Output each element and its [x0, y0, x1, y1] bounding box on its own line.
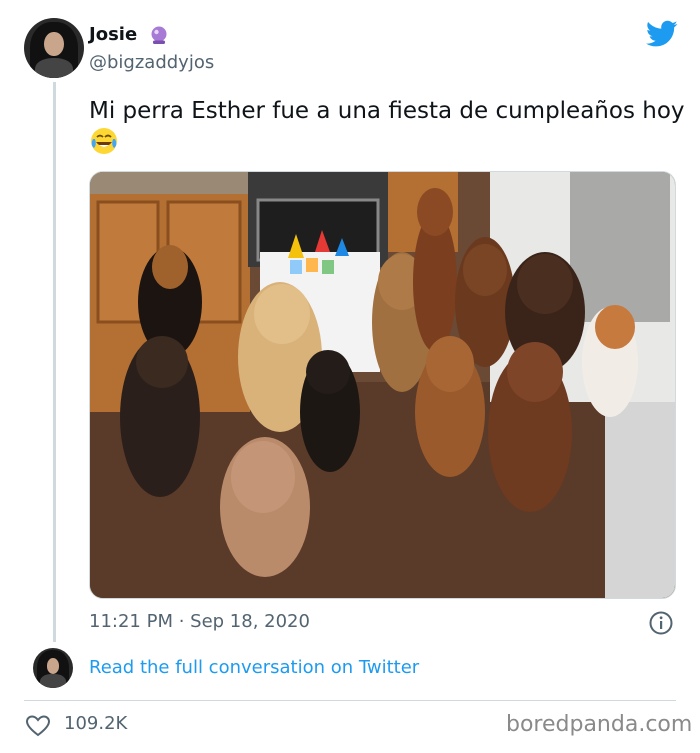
tweet-photo[interactable]	[89, 171, 676, 599]
avatar[interactable]	[33, 648, 73, 688]
tweet-timestamp[interactable]: 11:21 PM · Sep 18, 2020	[89, 611, 310, 632]
tweet-text-body: Mi perra Esther fue a una fiesta de cump…	[89, 98, 685, 124]
info-icon[interactable]	[648, 610, 674, 636]
avatar[interactable]	[24, 18, 84, 78]
like-count: 109.2K	[64, 713, 128, 734]
divider	[24, 700, 676, 701]
read-conversation-link[interactable]: Read the full conversation on Twitter	[89, 657, 419, 678]
crystal-ball-icon	[151, 26, 167, 44]
display-name[interactable]: Josie	[89, 24, 137, 45]
heart-icon[interactable]	[25, 713, 51, 739]
watermark: boredpanda.com	[506, 712, 693, 737]
handle[interactable]: @bigzaddyjos	[89, 52, 214, 73]
tweet-text: Mi perra Esther fue a una fiesta de cump…	[89, 96, 689, 158]
twitter-bird-icon[interactable]	[646, 20, 678, 48]
thread-line	[53, 82, 56, 642]
tears-of-joy-icon	[91, 128, 117, 154]
